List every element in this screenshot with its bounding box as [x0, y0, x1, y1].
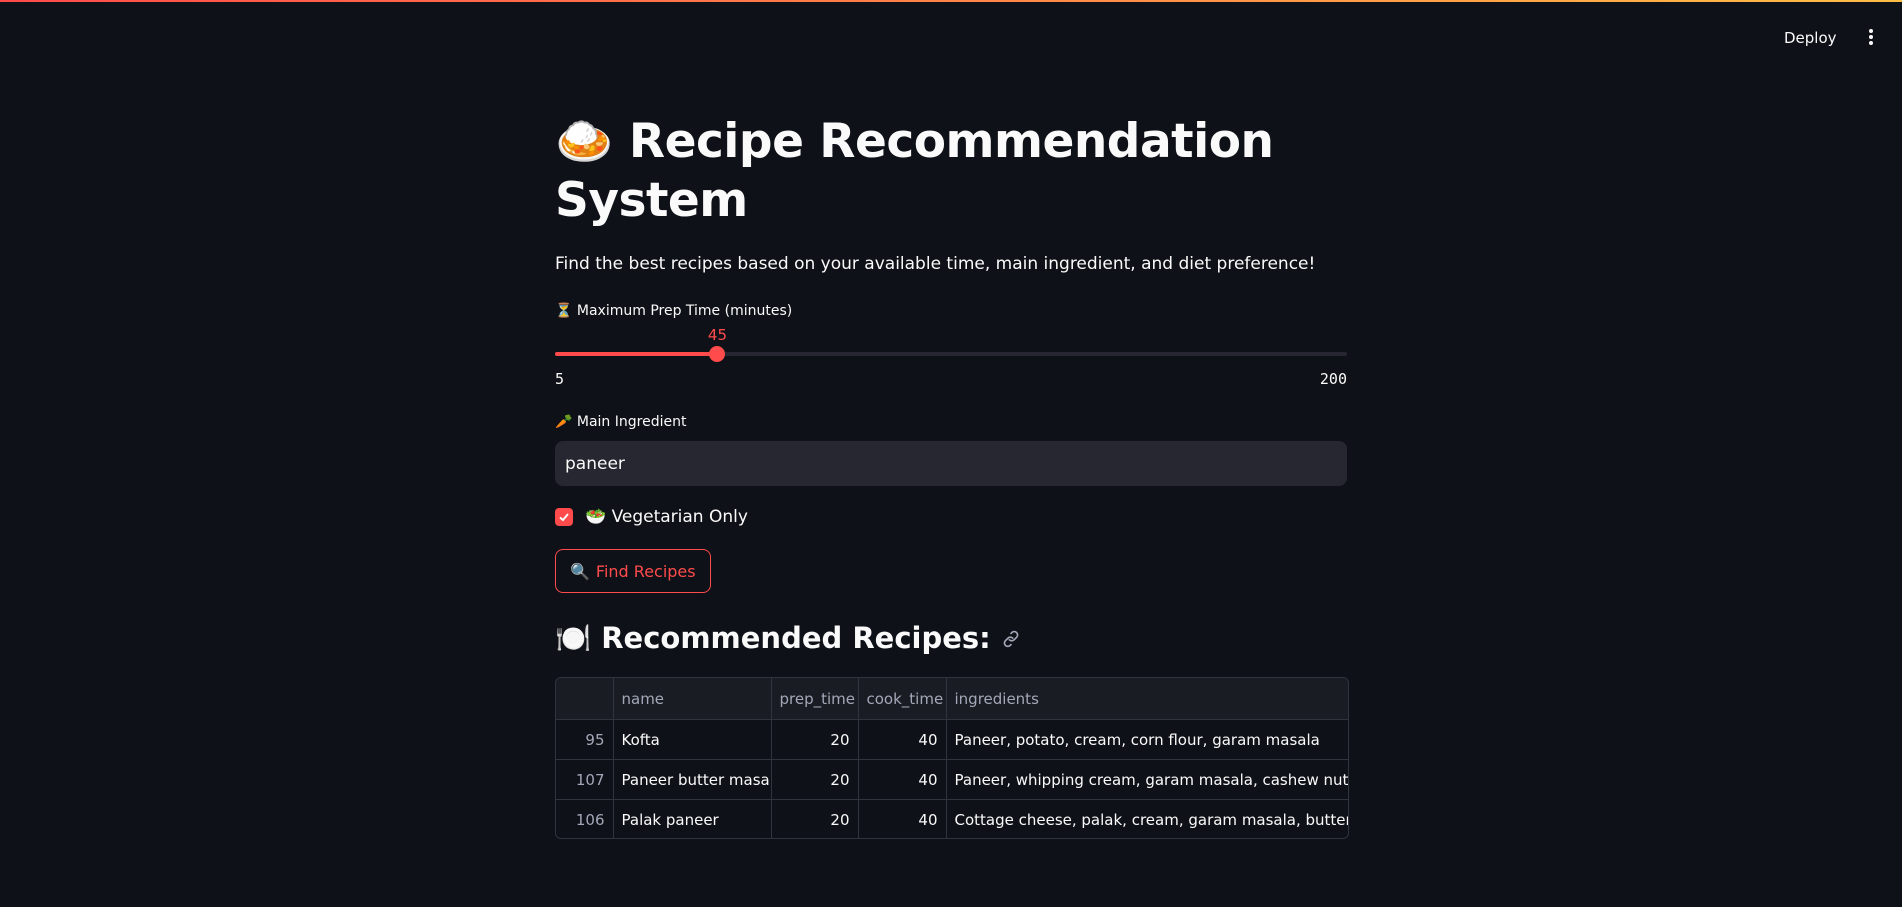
slider-thumb[interactable]	[709, 346, 726, 362]
search-icon: 🔍	[570, 561, 590, 581]
vegetarian-label: 🥗 Vegetarian Only	[585, 507, 748, 527]
vegetarian-checkbox[interactable]	[555, 508, 573, 526]
cell-prep-time[interactable]: 20	[771, 719, 859, 760]
table-row[interactable]: 107 Paneer butter masala 20 40 Paneer, w…	[556, 759, 1348, 800]
checkmark-icon	[559, 513, 569, 522]
cell-name[interactable]: Palak paneer	[613, 799, 772, 838]
kebab-menu-icon[interactable]	[1866, 27, 1876, 51]
cell-cook-time[interactable]: 40	[858, 799, 947, 838]
vegetarian-checkbox-row[interactable]: 🥗 Vegetarian Only	[555, 507, 748, 527]
cell-name[interactable]: Kofta	[613, 719, 772, 760]
table-row[interactable]: 106 Palak paneer 20 40 Cottage cheese, p…	[556, 799, 1349, 839]
page-title: 🍛 Recipe Recommendation System	[555, 114, 1274, 228]
cell-prep-time[interactable]: 20	[771, 759, 859, 800]
find-recipes-label: Find Recipes	[595, 561, 696, 581]
row-index: 95	[556, 719, 614, 760]
column-header-ingredients[interactable]: ingredients	[946, 678, 1348, 720]
column-header-cook-time[interactable]: cook_time	[858, 678, 947, 720]
prep-time-label: ⏳ Maximum Prep Time (minutes)	[555, 303, 793, 319]
cell-ingredients[interactable]: Cottage cheese, palak, cream, garam masa…	[946, 800, 1349, 839]
results-heading-text: 🍽️ Recommended Recipes:	[555, 621, 991, 655]
cell-ingredients[interactable]: Paneer, whipping cream, garam masala, ca…	[946, 759, 1348, 800]
column-header-name[interactable]: name	[613, 678, 772, 720]
column-header-prep-time[interactable]: prep_time	[771, 678, 859, 720]
table-row[interactable]: 95 Kofta 20 40 Paneer, potato, cream, co…	[556, 719, 1348, 760]
table-header-row: name prep_time cook_time ingredients	[556, 678, 1348, 720]
results-table[interactable]: name prep_time cook_time ingredients 95 …	[555, 677, 1349, 839]
slider-max-label: 200	[1319, 370, 1347, 388]
prep-time-slider[interactable]	[555, 346, 1347, 362]
slider-fill	[555, 352, 718, 356]
slider-value: 45	[707, 326, 727, 344]
main-ingredient-label: 🥕 Main Ingredient	[555, 414, 687, 430]
cell-cook-time[interactable]: 40	[858, 759, 947, 800]
cell-ingredients[interactable]: Paneer, potato, cream, corn flour, garam…	[946, 719, 1348, 760]
top-decoration-bar	[0, 0, 1902, 2]
main-ingredient-input[interactable]	[555, 441, 1347, 486]
row-index: 106	[556, 799, 614, 838]
row-index: 107	[556, 759, 614, 800]
column-header-index[interactable]	[556, 678, 614, 720]
page-subtitle: Find the best recipes based on your avai…	[555, 254, 1316, 274]
cell-prep-time[interactable]: 20	[771, 799, 859, 838]
cell-cook-time[interactable]: 40	[858, 719, 947, 760]
results-heading: 🍽️ Recommended Recipes:	[555, 621, 1021, 656]
find-recipes-button[interactable]: 🔍 Find Recipes	[555, 549, 711, 593]
cell-name[interactable]: Paneer butter masala	[613, 759, 772, 800]
slider-min-label: 5	[555, 370, 565, 388]
deploy-button[interactable]: Deploy	[1778, 28, 1843, 48]
link-icon[interactable]	[1001, 629, 1021, 649]
